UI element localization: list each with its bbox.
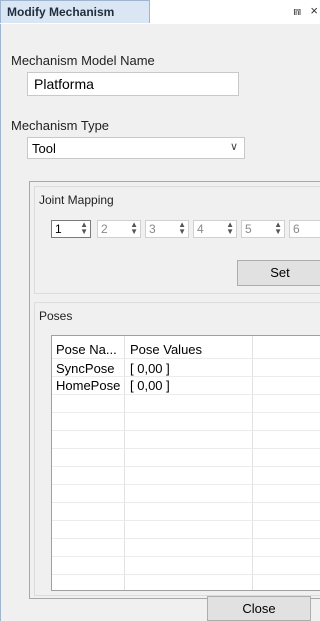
poses-table[interactable]: Pose Na... Pose Values SyncPose [ 0,00 ]… <box>51 335 320 591</box>
close-icon[interactable]: × <box>310 3 318 18</box>
mechanism-type-label: Mechanism Type <box>11 118 110 133</box>
row-divider <box>52 466 320 467</box>
row-divider <box>52 520 320 521</box>
joint-spinner-2[interactable]: 2 ▲ ▼ <box>97 220 141 238</box>
table-row-values[interactable]: [ 0,00 ] <box>130 378 170 393</box>
mechanism-type-value: Tool <box>32 141 56 156</box>
joint-spinner-5-value: 5 <box>245 222 252 236</box>
row-divider <box>52 574 320 575</box>
row-divider <box>52 538 320 539</box>
column-divider <box>124 336 125 590</box>
joint-spinner-4-value: 4 <box>197 222 204 236</box>
close-button[interactable]: Close <box>207 596 311 621</box>
up-down-arrows-icon: ▲ ▼ <box>80 220 88 236</box>
modify-mechanism-panel: Mechanism Model Name Platforma Mechanism… <box>0 24 320 621</box>
column-divider <box>252 336 253 590</box>
joint-mapping-group: Joint Mapping 1 ▲ ▼ 2 ▲ ▼ 3 ▲ ▼ 4 ▲ ▼ 5 ▲ ▼ <box>34 186 320 294</box>
row-divider <box>52 484 320 485</box>
model-name-label: Mechanism Model Name <box>11 53 155 68</box>
mechanism-type-select[interactable]: Tool ∨ <box>27 137 245 159</box>
tab-title: Modify Mechanism <box>7 5 115 19</box>
row-divider <box>52 358 320 359</box>
joint-spinner-5[interactable]: 5 ▲ ▼ <box>241 220 285 238</box>
poses-group: Poses Pose Na... Pose Values SyncPose [ … <box>34 302 320 596</box>
dock-tabstrip: Modify Mechanism ⩎ × <box>0 0 320 25</box>
model-name-input[interactable]: Platforma <box>27 72 239 96</box>
joint-spinner-3[interactable]: 3 ▲ ▼ <box>145 220 189 238</box>
set-button[interactable]: Set <box>237 260 320 286</box>
joint-spinner-3-value: 3 <box>149 222 156 236</box>
joint-spinner-4[interactable]: 4 ▲ ▼ <box>193 220 237 238</box>
poses-label: Poses <box>39 309 73 323</box>
row-divider <box>52 448 320 449</box>
up-down-arrows-icon: ▲ ▼ <box>130 220 138 236</box>
joint-mapping-label: Joint Mapping <box>39 193 114 207</box>
row-divider <box>52 430 320 431</box>
joint-spinner-6-value: 6 <box>293 222 300 236</box>
row-divider <box>52 394 320 395</box>
joint-spinner-2-value: 2 <box>101 222 108 236</box>
chevron-down-icon: ∨ <box>229 141 238 153</box>
joint-spinner-6[interactable]: 6 <box>289 220 320 238</box>
up-down-arrows-icon: ▲ ▼ <box>226 220 234 236</box>
column-header-pose-values[interactable]: Pose Values <box>130 342 202 357</box>
up-down-arrows-icon: ▲ ▼ <box>274 220 282 236</box>
row-divider <box>52 412 320 413</box>
pin-icon[interactable]: ⩎ <box>293 3 300 18</box>
tab-actions: ⩎ × <box>287 3 318 19</box>
joint-spinner-1[interactable]: 1 ▲ ▼ <box>51 220 91 238</box>
joint-spinner-1-value: 1 <box>55 222 62 236</box>
table-row-name[interactable]: SyncPose <box>56 361 115 376</box>
table-row-values[interactable]: [ 0,00 ] <box>130 361 170 376</box>
table-row-name[interactable]: HomePose <box>56 378 120 393</box>
row-divider <box>52 376 320 377</box>
mechanism-group: Joint Mapping 1 ▲ ▼ 2 ▲ ▼ 3 ▲ ▼ 4 ▲ ▼ 5 ▲ ▼ <box>29 181 320 599</box>
row-divider <box>52 556 320 557</box>
row-divider <box>52 502 320 503</box>
column-header-pose-name[interactable]: Pose Na... <box>56 342 117 357</box>
up-down-arrows-icon: ▲ ▼ <box>178 220 186 236</box>
tab-modify-mechanism[interactable]: Modify Mechanism <box>0 0 150 23</box>
